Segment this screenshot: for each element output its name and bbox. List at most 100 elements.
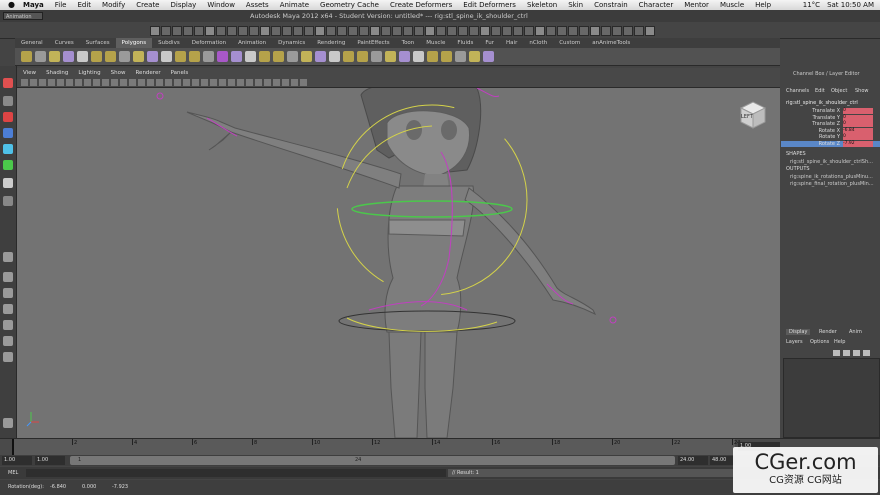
shelf-tool-icon[interactable] <box>441 51 452 62</box>
weather-readout[interactable]: 11°C <box>803 0 820 10</box>
scale-tool-icon[interactable] <box>3 160 13 170</box>
shelf-tab-painteffects[interactable]: PaintEffects <box>351 38 395 48</box>
status-line-tool-icon[interactable] <box>414 26 424 36</box>
shelf-tool-icon[interactable] <box>385 51 396 62</box>
viewport-toolbar-icon[interactable] <box>66 79 73 86</box>
mac-menu-edit-deformers[interactable]: Edit Deformers <box>463 0 516 10</box>
shelf-tool-icon[interactable] <box>371 51 382 62</box>
shelf-tool-icon[interactable] <box>147 51 158 62</box>
status-line-tool-icon[interactable] <box>381 26 391 36</box>
manipulator-icon[interactable] <box>3 178 13 188</box>
mac-menu-create[interactable]: Create <box>136 0 159 10</box>
channel-attribute-value[interactable]: 0 <box>843 121 873 127</box>
panel-menu-renderer[interactable]: Renderer <box>135 68 160 78</box>
viewport-toolbar-icon[interactable] <box>75 79 82 86</box>
mac-menu-skeleton[interactable]: Skeleton <box>527 0 557 10</box>
channel-attribute-row[interactable]: Translate X0 <box>781 108 880 114</box>
shelf-tab-curves[interactable]: Curves <box>49 38 80 48</box>
shelf-tool-icon[interactable] <box>301 51 312 62</box>
select-tool-icon[interactable] <box>3 78 13 88</box>
graph-layout-icon[interactable] <box>3 336 13 346</box>
new-layer-icon[interactable] <box>863 350 870 356</box>
status-line-tool-icon[interactable] <box>271 26 281 36</box>
channel-attribute-value[interactable]: 0 <box>843 108 873 114</box>
mac-menu-constrain[interactable]: Constrain <box>594 0 628 10</box>
shelf-tool-icon[interactable] <box>469 51 480 62</box>
layer-tab-render[interactable]: Render <box>816 329 840 335</box>
shelf-tool-icon[interactable] <box>427 51 438 62</box>
viewport-toolbar-icon[interactable] <box>102 79 109 86</box>
paint-select-icon[interactable] <box>3 112 13 122</box>
shelf-tab-ananimetools[interactable]: anAnimeTools <box>586 38 636 48</box>
command-line-label[interactable]: MEL <box>8 467 18 479</box>
shelf-tool-icon[interactable] <box>217 51 228 62</box>
mac-menu-assets[interactable]: Assets <box>246 0 269 10</box>
start-time-field[interactable]: 1.00 <box>2 456 32 465</box>
hypershade-layout-icon[interactable] <box>3 352 13 362</box>
shelf-tab-fur[interactable]: Fur <box>479 38 500 48</box>
status-line-tool-icon[interactable] <box>172 26 182 36</box>
shelf-tool-icon[interactable] <box>329 51 340 62</box>
channel-attribute-row[interactable]: Translate Z0 <box>781 121 880 127</box>
viewport-toolbar-icon[interactable] <box>210 79 217 86</box>
status-line-tool-icon[interactable] <box>194 26 204 36</box>
status-line-tool-icon[interactable] <box>183 26 193 36</box>
status-line-tool-icon[interactable] <box>436 26 446 36</box>
viewport-toolbar-icon[interactable] <box>174 79 181 86</box>
channel-box-menu-channels[interactable]: Channels <box>786 88 809 94</box>
shelf-tab-ncloth[interactable]: nCloth <box>523 38 553 48</box>
lasso-tool-icon[interactable] <box>3 96 13 106</box>
viewport-toolbar-icon[interactable] <box>219 79 226 86</box>
status-line-tool-icon[interactable] <box>535 26 545 36</box>
panel-menu-show[interactable]: Show <box>111 68 126 78</box>
command-input[interactable] <box>26 469 446 477</box>
status-line-tool-icon[interactable] <box>612 26 622 36</box>
view-cube[interactable]: LEFT <box>735 98 767 130</box>
shelf-tab-polygons[interactable]: Polygons <box>115 38 153 48</box>
status-line-tool-icon[interactable] <box>359 26 369 36</box>
channel-attribute-row[interactable]: Rotate X -6.84 <box>781 127 880 134</box>
viewport-toolbar-icon[interactable] <box>147 79 154 86</box>
shelf-tool-icon[interactable] <box>343 51 354 62</box>
viewport-toolbar-icon[interactable] <box>282 79 289 86</box>
shelf-tool-icon[interactable] <box>399 51 410 62</box>
status-line-tool-icon[interactable] <box>579 26 589 36</box>
viewport-toolbar-icon[interactable] <box>93 79 100 86</box>
range-bar[interactable]: 1 24 <box>70 456 675 465</box>
shelf-tool-icon[interactable] <box>119 51 130 62</box>
viewport-toolbar-icon[interactable] <box>30 79 37 86</box>
viewport-toolbar-icon[interactable] <box>48 79 55 86</box>
layer-list[interactable] <box>783 358 880 438</box>
viewport-toolbar-icon[interactable] <box>255 79 262 86</box>
status-line-tool-icon[interactable] <box>249 26 259 36</box>
shelf-tab-general[interactable]: General <box>15 38 49 48</box>
mac-menu-edit[interactable]: Edit <box>77 0 91 10</box>
panel-menu-panels[interactable]: Panels <box>171 68 189 78</box>
mac-menu-animate[interactable]: Animate <box>280 0 309 10</box>
status-line-tool-icon[interactable] <box>260 26 270 36</box>
shelf-tool-icon[interactable] <box>357 51 368 62</box>
viewport-toolbar-icon[interactable] <box>201 79 208 86</box>
shelf-tool-icon[interactable] <box>35 51 46 62</box>
shelf-tool-icon[interactable] <box>259 51 270 62</box>
viewport-toolbar-icon[interactable] <box>156 79 163 86</box>
layer-tab-anim[interactable]: Anim <box>846 329 865 335</box>
status-line-tool-icon[interactable] <box>568 26 578 36</box>
layout-single-icon[interactable] <box>3 252 13 262</box>
viewport-toolbar-icon[interactable] <box>21 79 28 86</box>
last-tool-icon[interactable] <box>3 196 13 206</box>
status-line-tool-icon[interactable] <box>623 26 633 36</box>
mac-menu-window[interactable]: Window <box>207 0 235 10</box>
status-line-tool-icon[interactable] <box>590 26 600 36</box>
mac-menu-mentor[interactable]: Mentor <box>684 0 709 10</box>
shelf-tool-icon[interactable] <box>133 51 144 62</box>
shelf-tab-hair[interactable]: Hair <box>500 38 523 48</box>
outliner-layout-icon[interactable] <box>3 320 13 330</box>
new-layer-icon[interactable] <box>843 350 850 356</box>
status-line-tool-icon[interactable] <box>447 26 457 36</box>
shelf-tool-icon[interactable] <box>245 51 256 62</box>
shelf-tool-icon[interactable] <box>483 51 494 62</box>
custom-layout-icon[interactable] <box>3 418 13 428</box>
viewport-persp[interactable]: LEFT <box>17 88 780 438</box>
layout-side-icon[interactable] <box>3 288 13 298</box>
